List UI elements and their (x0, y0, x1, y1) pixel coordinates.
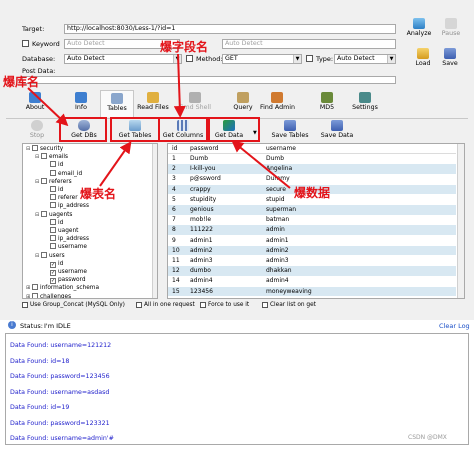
annotation-table-name: 爆表名 (80, 187, 117, 201)
arrow-table (99, 141, 132, 187)
annotation-column-name: 爆字段名 (160, 40, 209, 54)
annotation-db-name: 爆库名 (3, 75, 40, 89)
arrow-db (27, 87, 69, 127)
arrow-column (173, 53, 186, 118)
annotation-data: 爆数据 (294, 186, 331, 200)
annotation-arrows (27, 53, 291, 189)
arrow-data (231, 140, 291, 189)
